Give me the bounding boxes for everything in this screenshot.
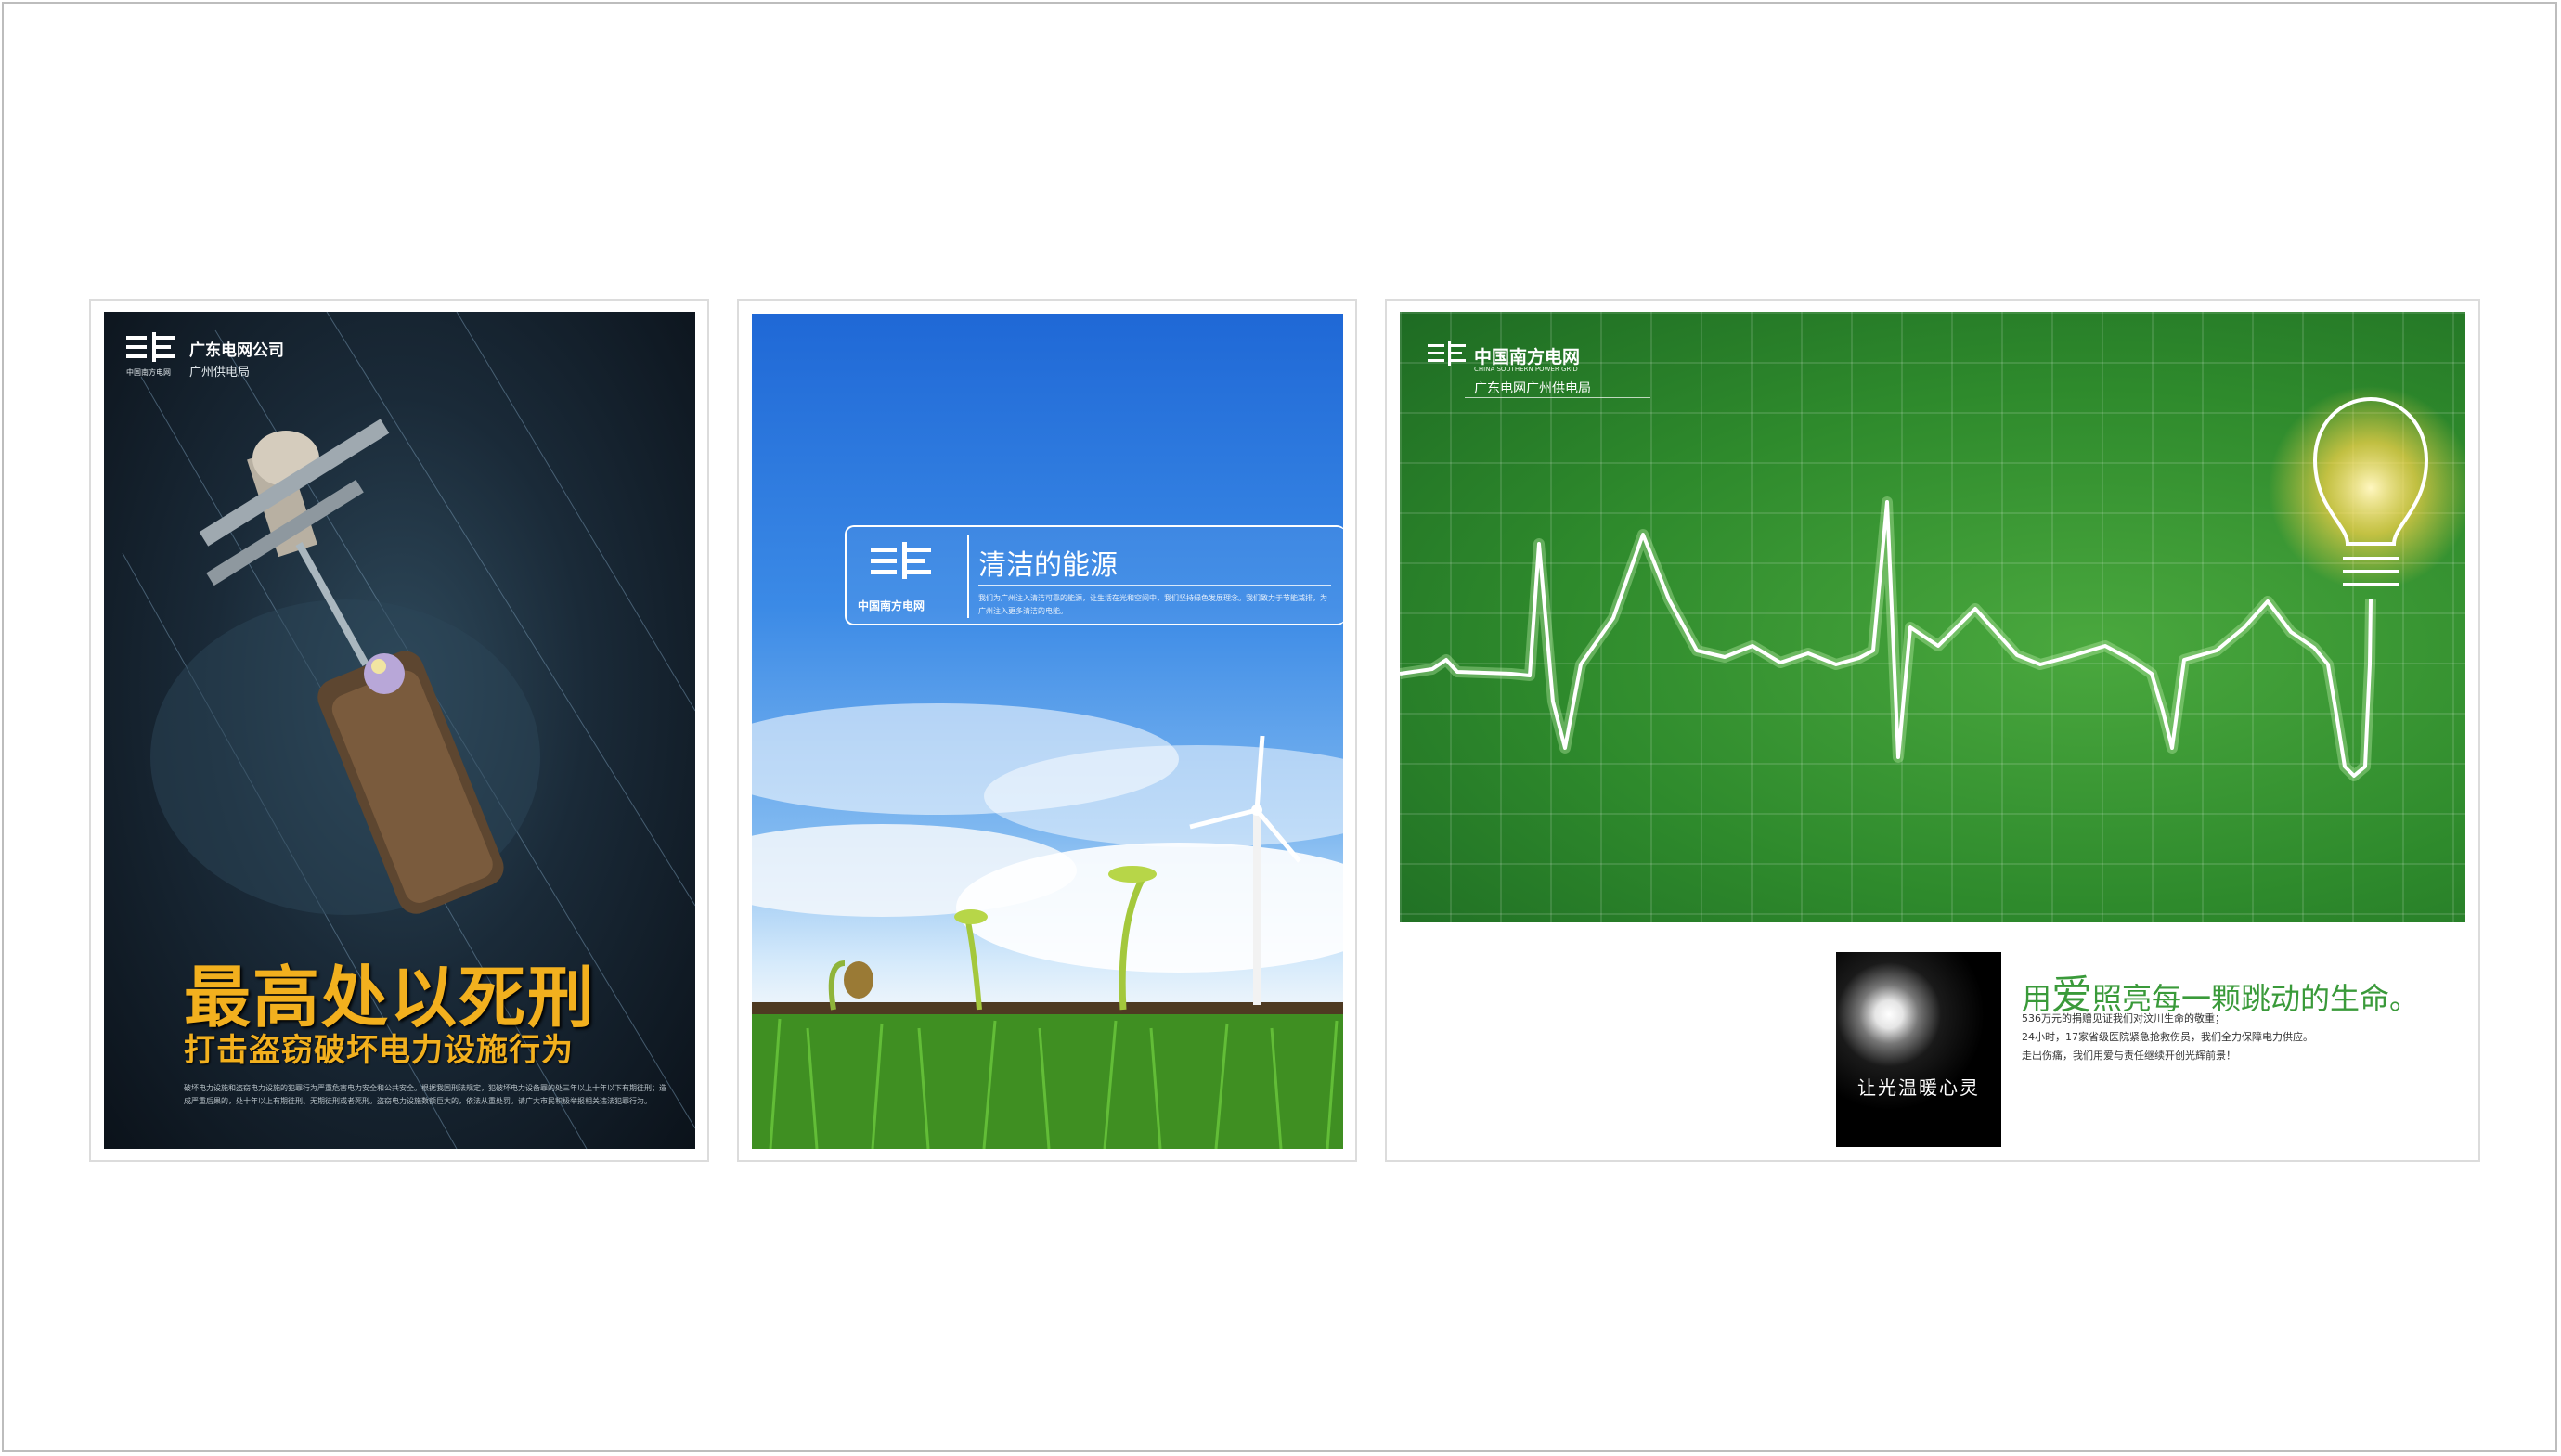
poster-clean-energy: 中国南方电网 清洁的能源 我们为广州注入清洁可靠的能源，让生活在光和空间中，我们…: [752, 314, 1343, 1149]
heartbeat-body-text: 536万元的捐赠见证我们对汶川生命的敬重； 24小时，17家省级医院紧急抢救伤员…: [2022, 1010, 2412, 1065]
poster-theft: 中国南方电网 广东电网公司 广州供电局 最高处以死刑 打击盗窃破坏电力设施行为 …: [104, 312, 695, 1149]
theft-body-text: 破坏电力设施和盗窃电力设施的犯罪行为严重危害电力安全和公共安全。根据我国刑法规定…: [184, 1084, 666, 1105]
body-line-2: 24小时，17家省级医院紧急抢救伤员，我们全力保障电力供应。: [2022, 1031, 2313, 1043]
clean-energy-logo-caption: 中国南方电网: [858, 599, 925, 612]
clean-energy-title: 清洁的能源: [978, 549, 1118, 582]
heartbeat-line: [1400, 386, 2465, 781]
theft-logo-caption: 中国南方电网: [126, 368, 171, 377]
clean-energy-info-panel: 中国南方电网 清洁的能源 我们为广州注入清洁可靠的能源，让生活在光和空间中，我们…: [845, 525, 1343, 625]
theft-company-name: 广东电网公司: [189, 341, 284, 360]
photo-caption: 让光温暖心灵: [1857, 1076, 1980, 1099]
poster-heartbeat: 中国南方电网 CHINA SOUTHERN POWER GRID 广东电网广州供…: [1400, 312, 2465, 922]
panel-rule: [978, 585, 1331, 586]
body-line-1: 536万元的捐赠见证我们对汶川生命的敬重；: [2022, 1012, 2225, 1024]
clean-energy-body-text: 我们为广州注入清洁可靠的能源，让生活在光和空间中，我们坚持绿色发展理念。我们致力…: [978, 594, 1327, 615]
panel-divider: [967, 535, 969, 618]
power-grid-logo-icon: [126, 332, 175, 362]
photo-light-glow: 让光温暖心灵: [1836, 952, 2001, 1147]
theft-bureau-name: 广州供电局: [189, 366, 251, 380]
power-grid-logo-icon: [871, 542, 931, 579]
clean-energy-illustration: [752, 703, 1343, 1149]
theft-subline: 打击盗窃破坏电力设施行为: [184, 1032, 574, 1069]
body-line-3: 走出伤痛，我们用爱与责任继续开创光辉前景！: [2022, 1050, 2236, 1062]
